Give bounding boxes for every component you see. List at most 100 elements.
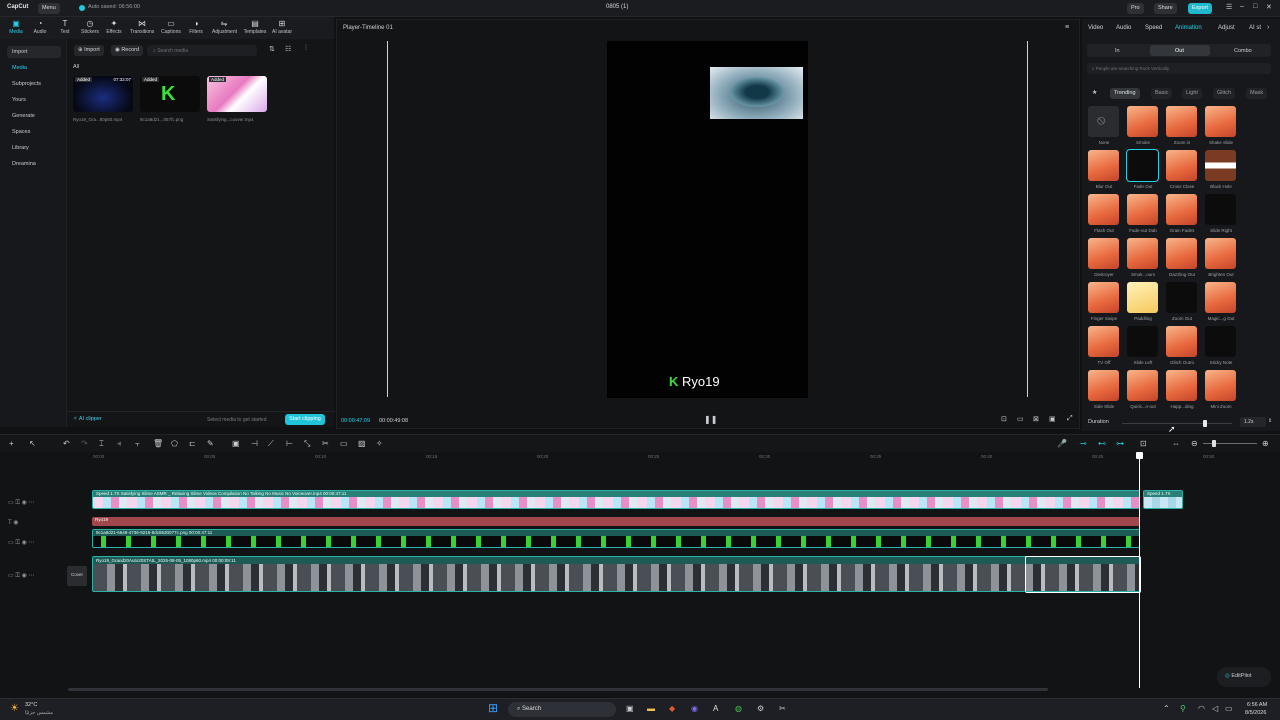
clip-slime-video-end[interactable]: Speed 1.7X [1143,490,1183,509]
sidebar-item-subprojects[interactable]: Subprojects [7,78,61,90]
task-view-icon[interactable]: ▣ [626,704,634,713]
animation-effect-black-hole[interactable]: Black Hole [1205,150,1237,194]
tray-app-icon[interactable]: ⚲ [1180,704,1186,713]
auto-reframe-icon[interactable]: ⊢ [286,439,293,448]
pause-icon[interactable]: ❚❚ [704,415,717,424]
split-icon[interactable]: ⌶ [99,439,104,449]
clip-slime-video[interactable]: Speed 1.7X Satisfying Slime ASMR _ Relax… [92,490,1140,509]
remove-bg-icon[interactable]: ⤡ [304,439,310,449]
subtab-out[interactable]: Out [1175,48,1184,54]
zoom-in-icon[interactable]: ⊕ [1262,439,1269,448]
tab-adjustment[interactable]: ⇋ Adjustment [212,19,237,35]
view-icon[interactable]: ☷ [285,45,291,53]
record-button[interactable]: ◉ Record [111,45,144,56]
animation-effect-happ-ding[interactable]: Happ...ding [1166,370,1198,414]
tab-audio[interactable]: ◔ Audio [28,19,52,35]
split-left-icon[interactable]: ⫞ [117,439,121,449]
ai-icon[interactable]: ✧ [376,439,383,448]
player-menu-icon[interactable]: ≡ [1065,24,1069,31]
quality-icon[interactable]: ▭ [1017,415,1024,423]
tab-video[interactable]: Video [1088,25,1103,31]
tab-adjust[interactable]: Adjust [1218,25,1235,31]
ratio-icon[interactable]: ▣ [1049,415,1056,423]
battery-icon[interactable]: ▭ [1225,704,1233,713]
filter-light[interactable]: Light [1182,88,1202,99]
start-clipping-button[interactable]: Start clipping [285,414,325,425]
tab-animation[interactable]: Animation [1175,25,1202,31]
tab-transitions[interactable]: ⋈ Transitions [130,19,154,35]
tray-chevron-icon[interactable]: ⌃ [1163,704,1170,713]
animation-effect-blur-out[interactable]: Blur Out [1088,150,1120,194]
animation-effect-fade-out[interactable]: Fade Out [1126,149,1159,194]
close-icon[interactable]: ✕ [1266,3,1272,11]
clip-logo-image[interactable]: 9c1a8d21-6649-4736-9216-8dc6530077c.png … [92,529,1140,548]
sidebar-item-dreamina[interactable]: Dreamina [7,158,61,170]
animation-effect-quick-n-out[interactable]: Quick...n-out [1127,370,1159,414]
microphone-icon[interactable]: 🎤 [1057,439,1067,448]
animation-effect-flash-out[interactable]: Flash Out [1088,194,1120,238]
animation-effect-none[interactable]: ⦸ None [1088,106,1120,150]
tab-templates[interactable]: ▤ Templates [243,19,267,35]
preview-axis-icon[interactable]: ⊡ [1140,439,1147,448]
animation-effect-sticky-note[interactable]: Sticky Note [1205,326,1237,370]
filter-icon[interactable]: ⫶ [305,45,307,53]
track-header-overlay1[interactable]: ▭ ⚿ ◉ ⋯ [8,499,66,507]
track-header-main[interactable]: ▭ ⚿ ◉ ⋯ [8,572,66,580]
magic-icon[interactable]: ✂ [322,439,329,448]
settings-icon[interactable]: ⚙ [757,704,764,713]
crop-icon[interactable]: ⊠ [1033,415,1039,423]
animation-effect-slide-right[interactable]: Slide Right [1205,194,1237,238]
fullscreen-icon[interactable]: ⤢ [1067,415,1073,423]
animation-effect-magic-g-out[interactable]: Magic...g Out [1205,282,1237,326]
crop-icon[interactable]: ⊏ [189,439,196,448]
animation-effect-slide-left[interactable]: Slide Left [1127,326,1159,370]
image-icon[interactable]: ▨ [358,439,366,448]
video-overlay-image[interactable] [710,67,803,119]
animation-effect-tv-off[interactable]: TV Off [1088,326,1120,370]
animation-effect-destroyer[interactable]: Destroyer [1088,238,1120,282]
split-right-icon[interactable]: ⫟ [135,439,140,449]
minimize-icon[interactable]: – [1240,3,1244,10]
delete-icon[interactable]: 🗑 [153,439,163,448]
import-button[interactable]: ⊕ Import [74,45,104,56]
clip-main-video[interactable]: Ryo19_Grand20Auto20STAtL_2026-08-05_1080… [92,556,1140,592]
subtab-in[interactable]: In [1115,48,1120,54]
animation-effect-fade-out-dab[interactable]: Fade-out Dab [1127,194,1159,238]
playhead-handle[interactable] [1136,452,1143,459]
browser-icon[interactable]: ◆ [669,704,675,713]
sidebar-item-yours[interactable]: Yours [7,94,61,106]
animation-effect-smok-ours[interactable]: Smok...ours [1127,238,1159,282]
duration-slider[interactable] [1122,423,1232,424]
maximize-icon[interactable]: □ [1253,3,1257,10]
playhead[interactable] [1139,452,1140,688]
windows-start-icon[interactable]: ⊞ [488,701,498,715]
tab-captions[interactable]: ▭ Captions [159,19,183,35]
auto-snap-icon[interactable]: ⊷ [1098,439,1106,448]
pro-button[interactable]: Pro [1127,3,1144,14]
animation-effect-grain-fades[interactable]: Grain Fades [1166,194,1198,238]
tab-media[interactable]: ▣ Media [4,19,28,35]
select-tool-icon[interactable]: ↖ [29,439,36,448]
discord-icon[interactable]: ◉ [691,704,698,713]
volume-icon[interactable]: ◁ [1212,704,1218,713]
animation-effect-shake-slide[interactable]: Shake Slide [1205,106,1237,150]
animation-effect-side-slide[interactable]: Side Slide [1088,370,1120,414]
freeze-icon[interactable]: ▣ [232,439,240,448]
marker-icon[interactable]: ⬠ [171,439,178,448]
filter-glitch[interactable]: Glitch [1213,88,1236,99]
chevron-right-icon[interactable]: › [1267,24,1269,31]
more-icon[interactable]: ☰ [1226,3,1232,11]
zoom-fit-icon[interactable]: ⇔ [1172,439,1180,448]
sidebar-item-generate[interactable]: Generate [7,110,61,122]
capcut-taskbar-icon[interactable]: ✂ [779,704,786,713]
redo-icon[interactable]: ↷ [81,439,88,448]
share-button[interactable]: Share [1154,3,1177,14]
duration-value-input[interactable]: 1.2s [1240,417,1266,427]
export-button[interactable]: Export [1188,3,1212,14]
duration-slider-handle[interactable] [1203,420,1207,427]
media-item-video2[interactable]: Added [207,76,267,112]
timeline-scrollbar[interactable] [68,688,1048,691]
editpilot-button[interactable]: ◎ EditPilot [1217,667,1271,687]
stepper-icon[interactable]: ⇕ [1268,418,1272,424]
star-icon[interactable]: ★ [1092,89,1097,96]
